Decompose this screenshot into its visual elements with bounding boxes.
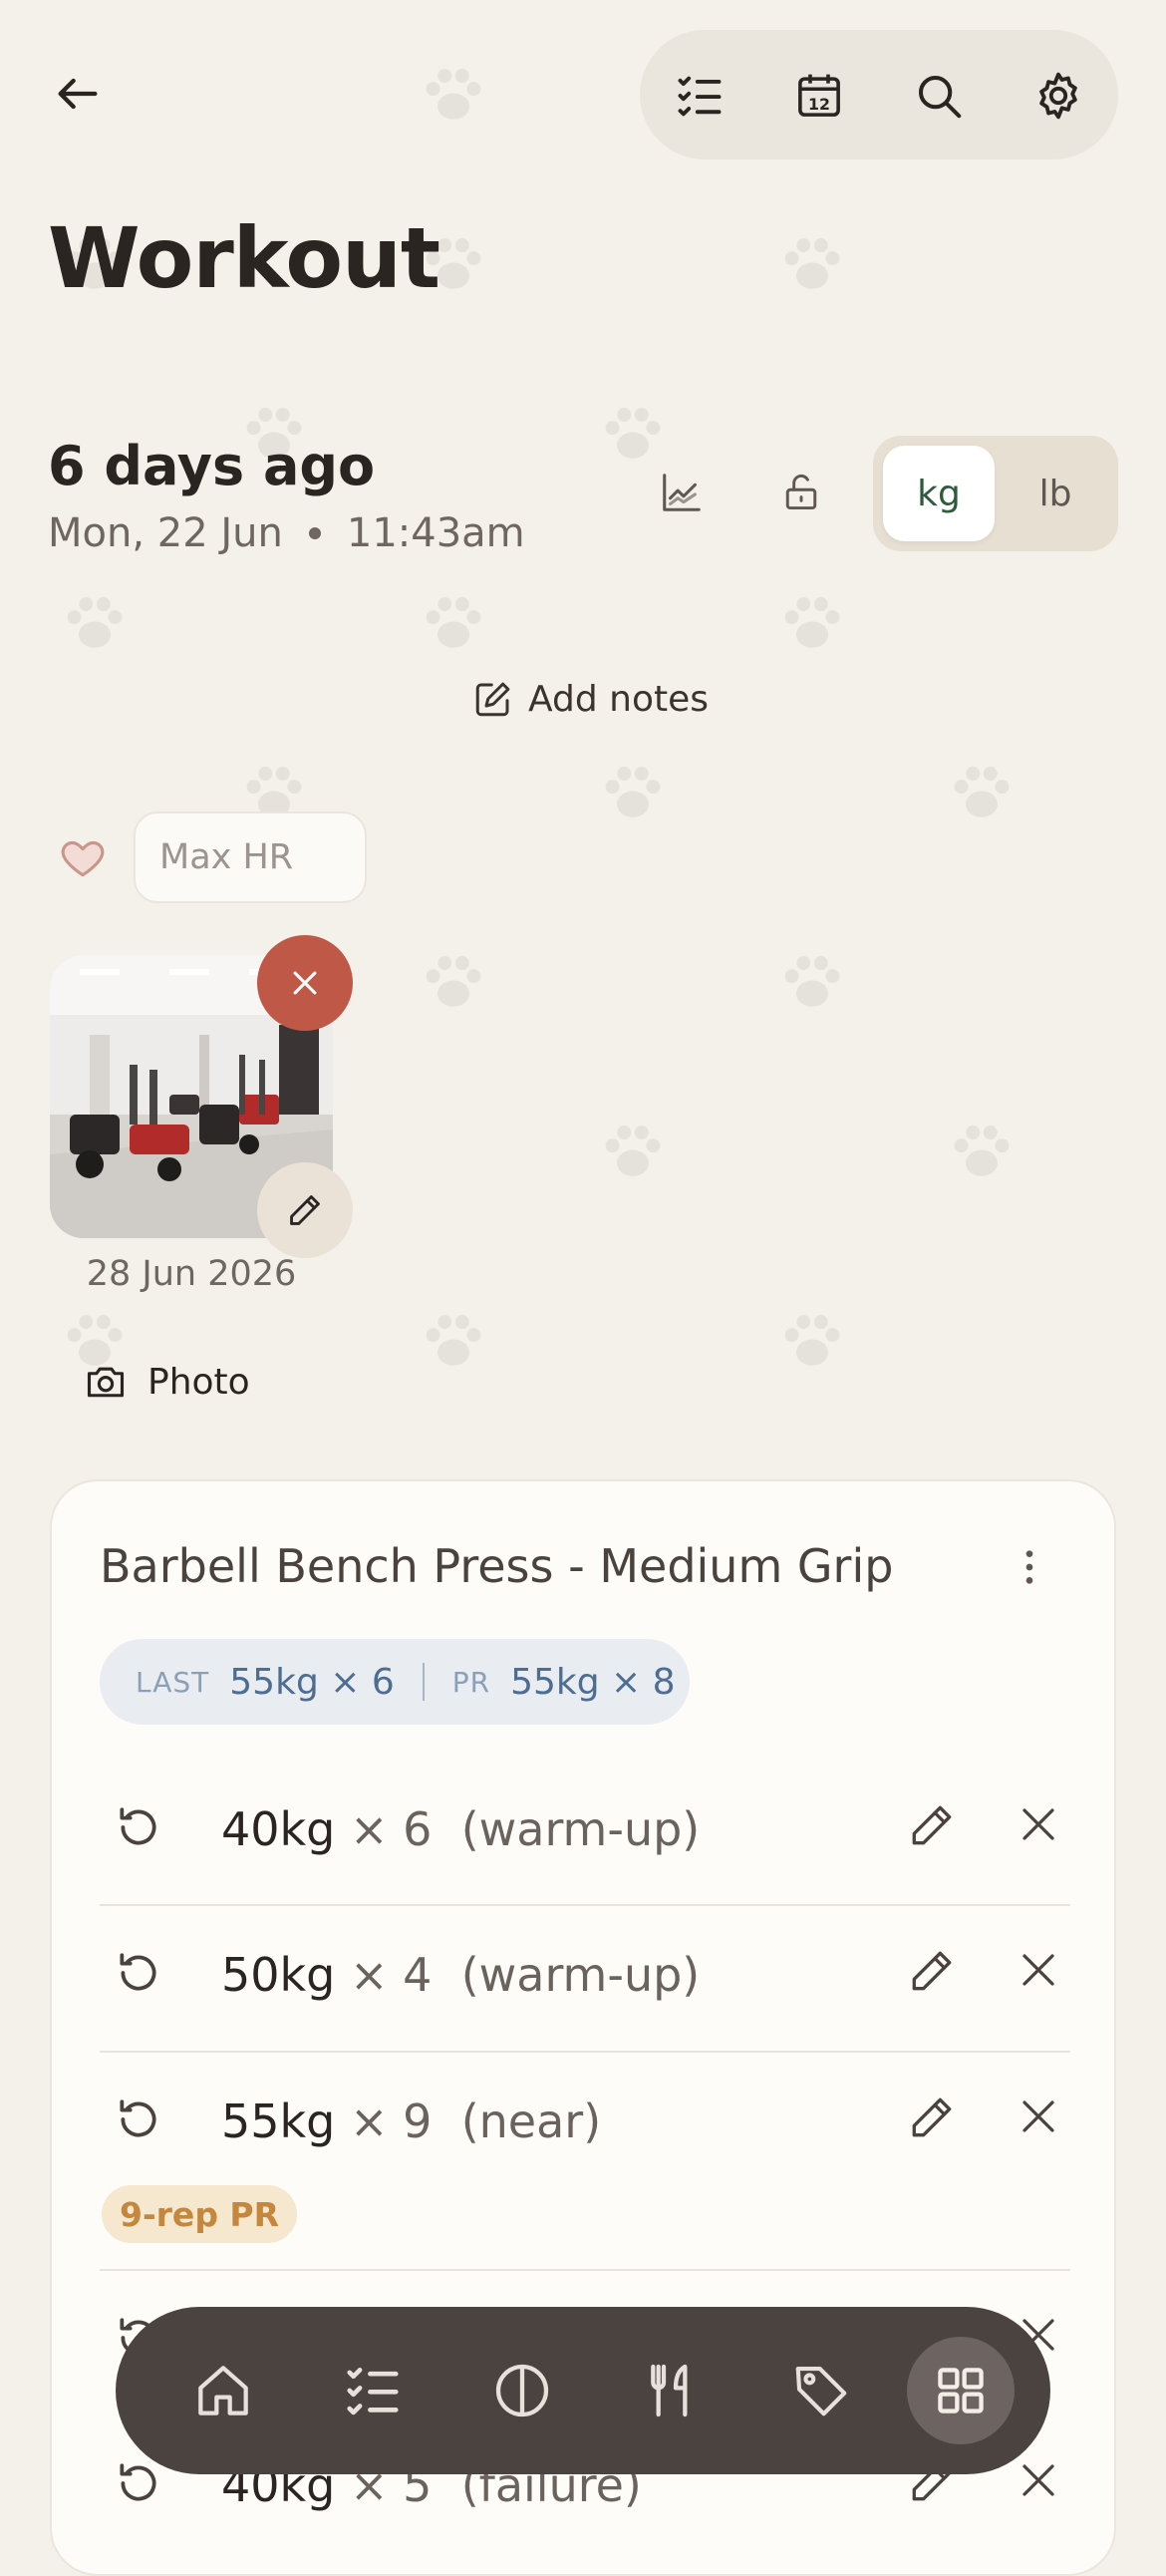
last-pr-summary: LAST 55kg × 6 PR 55kg × 8: [100, 1639, 690, 1725]
nav-balance[interactable]: [472, 2341, 572, 2440]
set-text: 40kg × 6 (warm-up): [221, 1802, 700, 1856]
close-icon[interactable]: [1015, 1800, 1062, 1848]
set-weight: 55kg: [221, 2094, 336, 2148]
home-icon: [198, 2366, 248, 2415]
chart-icon: [663, 474, 701, 511]
lock-button[interactable]: [765, 455, 837, 530]
summary-separator: [422, 1663, 425, 1701]
last-key: LAST: [136, 1665, 210, 1699]
photo-date: 28 Jun 2026: [86, 1254, 297, 1294]
unit-kg-option[interactable]: kg: [883, 446, 995, 541]
set-text: 55kg × 9 (near): [221, 2094, 601, 2148]
chart-button[interactable]: [646, 455, 718, 530]
tag-icon: [795, 2366, 847, 2416]
gear-icon: [1039, 72, 1077, 120]
add-notes-button[interactable]: Add notes: [472, 678, 709, 720]
unlock-icon: [785, 474, 817, 510]
page-title: Workout: [48, 209, 440, 307]
pr-badge: 9-rep PR: [102, 2185, 298, 2243]
search-button[interactable]: [899, 56, 979, 136]
session-date: Mon, 22 Jun: [48, 510, 283, 556]
grid-icon: [938, 2368, 984, 2414]
settings-button[interactable]: [1019, 56, 1098, 136]
camera-icon: [87, 1367, 125, 1398]
relative-time: 6 days ago: [48, 435, 376, 497]
add-photo-label: Photo: [147, 1361, 250, 1403]
more-vertical-icon: [1025, 1550, 1033, 1584]
bottom-nav: [116, 2307, 1050, 2474]
nav-nutrition[interactable]: [622, 2341, 722, 2440]
set-row: 55kg × 9 (near): [100, 2051, 1070, 2190]
nav-more[interactable]: [911, 2341, 1011, 2440]
fork-knife-icon: [651, 2364, 688, 2417]
close-icon[interactable]: [1015, 2093, 1062, 2140]
calendar-button[interactable]: 12: [779, 56, 859, 136]
edit-note-icon: [475, 682, 510, 717]
set-reps: × 4: [350, 1948, 433, 2002]
search-icon: [918, 75, 962, 119]
pencil-icon[interactable]: [907, 1946, 957, 1996]
set-reps: × 6: [350, 1802, 433, 1856]
back-button[interactable]: [40, 56, 116, 132]
nav-checklist[interactable]: [323, 2341, 423, 2440]
set-tag: (near): [460, 2094, 602, 2148]
repeat-icon[interactable]: [114, 2458, 163, 2508]
heart-icon: [58, 833, 108, 883]
unit-lb-option[interactable]: lb: [1003, 446, 1108, 541]
repeat-icon[interactable]: [114, 1948, 163, 1998]
checklist-button[interactable]: [660, 56, 739, 136]
calendar-icon: 12: [798, 74, 840, 117]
close-icon[interactable]: [1015, 1946, 1062, 1994]
edit-photo-button[interactable]: [257, 1162, 353, 1258]
repeat-icon[interactable]: [114, 2094, 163, 2144]
half-circle-icon: [495, 2364, 549, 2417]
set-reps: × 9: [350, 2094, 433, 2148]
unit-toggle: kg lb: [873, 436, 1118, 551]
delete-photo-button[interactable]: [257, 935, 353, 1031]
add-photo-button[interactable]: Photo: [84, 1360, 250, 1404]
last-value: 55kg × 6: [229, 1661, 395, 1703]
pr-key: PR: [451, 1665, 491, 1699]
checklist-icon: [347, 2368, 399, 2415]
set-text: 50kg × 4 (warm-up): [221, 1948, 700, 2002]
pencil-icon[interactable]: [907, 1800, 957, 1850]
pr-value: 55kg × 8: [510, 1661, 676, 1703]
set-weight: 50kg: [221, 1948, 336, 2002]
add-notes-label: Add notes: [528, 678, 710, 720]
back-arrow-icon: [58, 78, 98, 110]
exercise-name[interactable]: Barbell Bench Press - Medium Grip: [100, 1539, 893, 1593]
nav-home[interactable]: [173, 2341, 273, 2440]
max-hr-input[interactable]: Max HR: [134, 811, 367, 903]
repeat-icon[interactable]: [114, 1802, 163, 1852]
svg-text:12: 12: [808, 95, 830, 114]
set-tag: (warm-up): [460, 1948, 701, 2002]
session-time: 11:43am: [346, 510, 525, 556]
close-icon[interactable]: [1015, 2456, 1062, 2504]
set-weight: 40kg: [221, 1802, 336, 1856]
set-row: 50kg × 4 (warm-up): [100, 1904, 1070, 2044]
set-row: 40kg × 6 (warm-up): [100, 1759, 1070, 1898]
set-tag: (warm-up): [460, 1802, 701, 1856]
nav-tags[interactable]: [771, 2341, 871, 2440]
pencil-icon: [290, 1195, 320, 1225]
close-icon: [293, 971, 317, 995]
separator-dot: [308, 527, 321, 539]
pencil-icon[interactable]: [907, 2093, 957, 2142]
exercise-menu-button[interactable]: [1005, 1537, 1054, 1597]
checklist-icon: [678, 76, 722, 117]
session-datetime: Mon, 22 Jun 11:43am: [48, 510, 525, 556]
